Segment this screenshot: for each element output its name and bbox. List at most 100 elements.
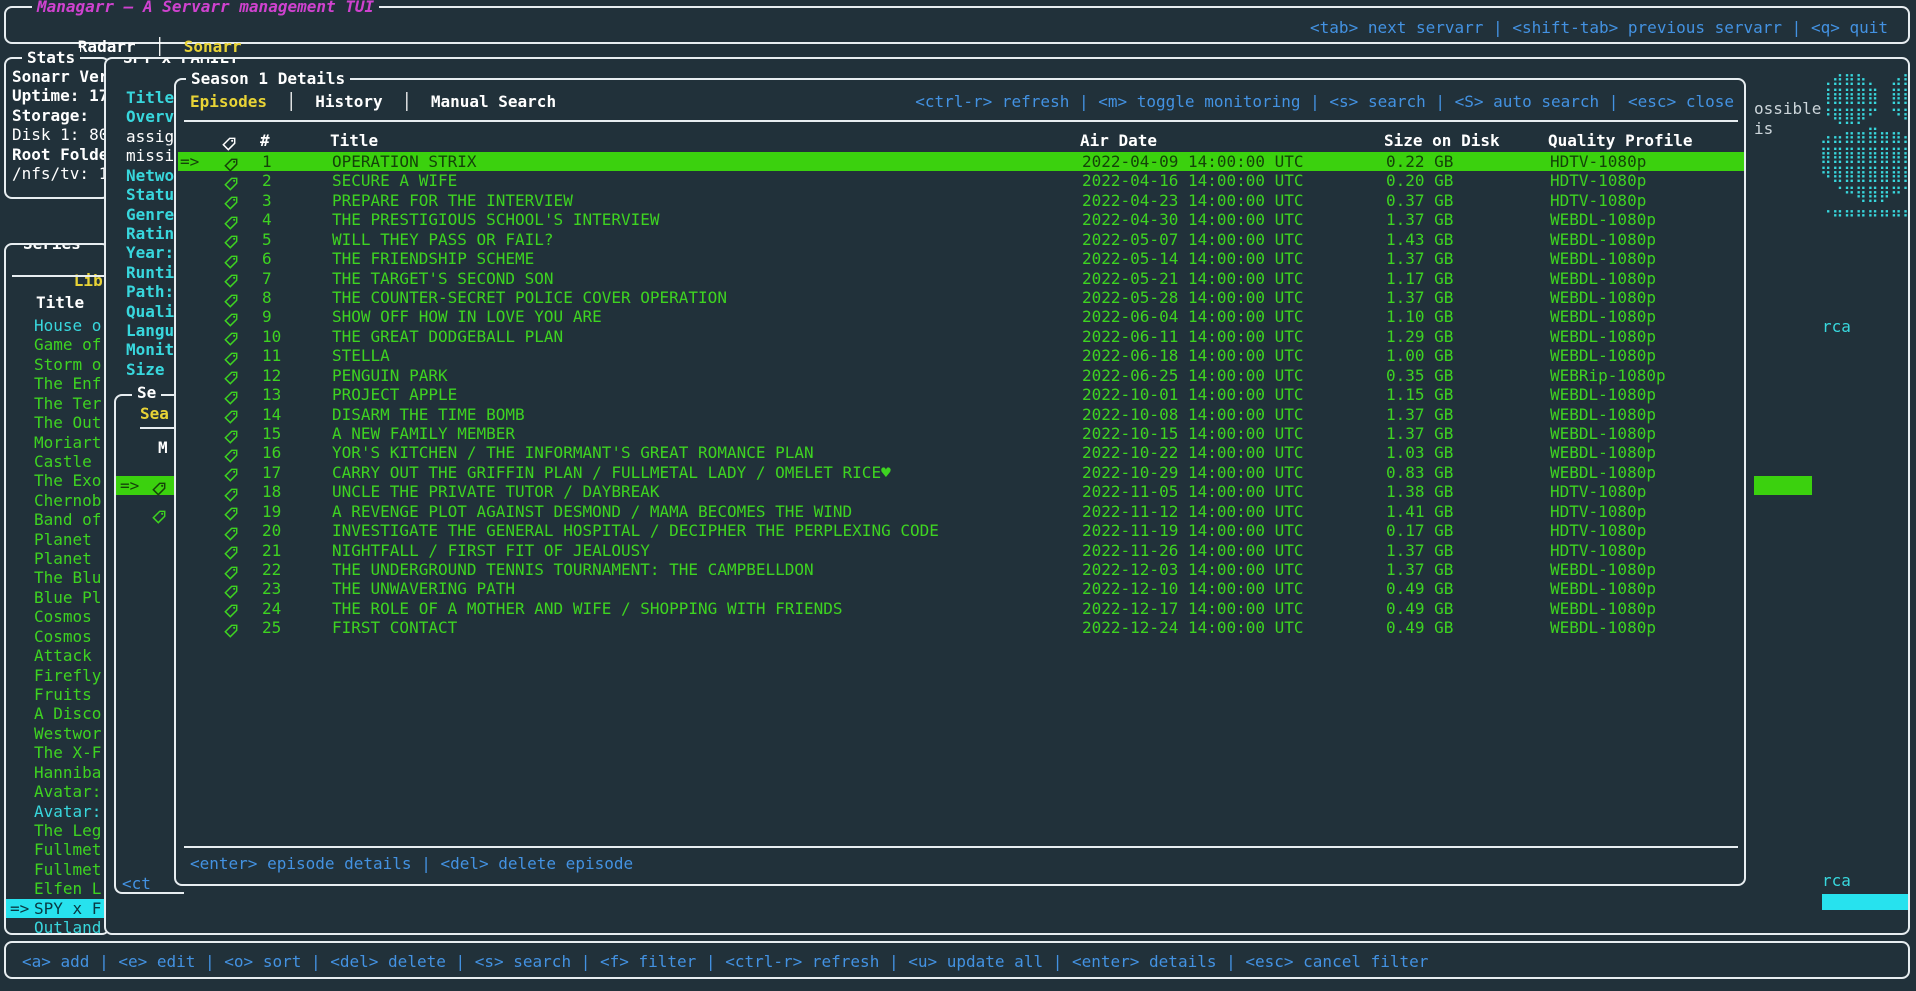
series-list-item[interactable]: A Disco xyxy=(6,704,108,723)
tab-episodes[interactable]: Episodes xyxy=(190,92,267,111)
episode-row[interactable]: 15A NEW FAMILY MEMBER2022-10-15 14:00:00… xyxy=(178,424,1744,443)
series-list-item[interactable]: Outland xyxy=(6,918,108,935)
series-list-item[interactable]: Westwor xyxy=(6,724,108,743)
episode-number: 6 xyxy=(262,249,272,268)
series-list-item[interactable]: Fullmet xyxy=(6,840,108,859)
series-list-item[interactable]: Cosmos xyxy=(6,607,108,626)
episode-quality: WEBDL-1080p xyxy=(1550,405,1656,424)
episode-row[interactable]: 20INVESTIGATE THE GENERAL HOSPITAL / DEC… xyxy=(178,521,1744,540)
episode-row[interactable]: 19A REVENGE PLOT AGAINST DESMOND / MAMA … xyxy=(178,502,1744,521)
series-list-item[interactable]: Avatar: xyxy=(6,782,108,801)
episode-row[interactable]: 3PREPARE FOR THE INTERVIEW2022-04-23 14:… xyxy=(178,191,1744,210)
series-list-item[interactable]: Firefly xyxy=(6,666,108,685)
episode-row[interactable]: 16YOR'S KITCHEN / THE INFORMANT'S GREAT … xyxy=(178,443,1744,462)
series-detail-labels: TitleOvervassigmissiNetwoStatuGenreRatin… xyxy=(126,88,176,379)
series-list-item[interactable]: The Blu xyxy=(6,568,108,587)
series-list-item[interactable]: The Out xyxy=(6,413,108,432)
episode-quality: WEBDL-1080p xyxy=(1550,560,1656,579)
series-list-item[interactable]: Fullmet xyxy=(6,860,108,879)
tab-seasons[interactable]: Sea xyxy=(140,404,169,423)
series-title: Band of xyxy=(34,510,101,529)
series-list-item[interactable]: Game of xyxy=(6,335,108,354)
logo-art-line: ⢸⣿⣿⣿⣿⠀⣿⣿⣿⡇ xyxy=(1820,86,1910,105)
series-list-item[interactable]: Avatar: xyxy=(6,802,108,821)
episode-title: THE TARGET'S SECOND SON xyxy=(332,269,554,288)
episode-row[interactable]: 21NIGHTFALL / FIRST FIT OF JEALOUSY2022-… xyxy=(178,541,1744,560)
tab-manual-search[interactable]: Manual Search xyxy=(431,92,556,111)
series-list-item[interactable]: Attack xyxy=(6,646,108,665)
episode-title: NIGHTFALL / FIRST FIT OF JEALOUSY xyxy=(332,541,650,560)
episode-row[interactable]: 23THE UNWAVERING PATH2022-12-10 14:00:00… xyxy=(178,579,1744,598)
episode-row[interactable]: 10THE GREAT DODGEBALL PLAN2022-06-11 14:… xyxy=(178,327,1744,346)
episode-row[interactable]: =>1OPERATION STRIX2022-04-09 14:00:00 UT… xyxy=(178,152,1744,171)
episode-row[interactable]: 18UNCLE THE PRIVATE TUTOR / DAYBREAK2022… xyxy=(178,482,1744,501)
series-list-item[interactable]: Fruits xyxy=(6,685,108,704)
episode-row[interactable]: 11STELLA2022-06-18 14:00:00 UTC1.00 GBWE… xyxy=(178,346,1744,365)
episode-size: 0.49 GB xyxy=(1386,618,1453,637)
episode-row[interactable]: 22THE UNDERGROUND TENNIS TOURNAMENT: THE… xyxy=(178,560,1744,579)
tab-radarr[interactable]: Radarr xyxy=(78,37,136,56)
tab-history[interactable]: History xyxy=(315,92,382,111)
tab-divider: │ xyxy=(155,37,165,56)
series-list-item[interactable]: The Ter xyxy=(6,394,108,413)
episode-row[interactable]: 7THE TARGET'S SECOND SON2022-05-21 14:00… xyxy=(178,269,1744,288)
episode-row[interactable]: 2SECURE A WIFE2022-04-16 14:00:00 UTC0.2… xyxy=(178,171,1744,190)
season-popup-tabs: Episodes │ History │ Manual Search xyxy=(190,92,556,111)
series-list-item[interactable]: Band of xyxy=(6,510,108,529)
episode-row[interactable]: 4THE PRESTIGIOUS SCHOOL'S INTERVIEW2022-… xyxy=(178,210,1744,229)
series-list-item[interactable]: Cosmos xyxy=(6,627,108,646)
episode-row[interactable]: 25FIRST CONTACT2022-12-24 14:00:00 UTC0.… xyxy=(178,618,1744,637)
series-list-item[interactable]: Hanniba xyxy=(6,763,108,782)
series-list-item[interactable]: The Leg xyxy=(6,821,108,840)
series-list-item[interactable]: Castle xyxy=(6,452,108,471)
series-list-item[interactable]: Chernob xyxy=(6,491,108,510)
series-title: The X-F xyxy=(34,743,101,762)
series-title: House o xyxy=(34,316,101,335)
series-list-item[interactable]: House o xyxy=(6,316,108,335)
tag-icon xyxy=(222,133,236,152)
series-list-item[interactable]: =>SPY x F xyxy=(6,899,108,918)
episode-quality: HDTV-1080p xyxy=(1550,482,1646,501)
sonarr-logo-art: ⢀⣴⣶⣦⡀⠀⣠⣶⣦⡀⢸⣿⣿⣿⣿⠀⣿⣿⣿⡇⠘⢿⣿⡿⠋⠀⠙⢿⡿⠁⣠⣤⣶⣶⣿⣶⣶⣤⣄⠀… xyxy=(1820,67,1910,222)
footer-keybind-bar: <a> add | <e> edit | <o> sort | <del> de… xyxy=(4,941,1910,979)
episode-row[interactable]: 9SHOW OFF HOW IN LOVE YOU ARE2022-06-04 … xyxy=(178,307,1744,326)
series-title: Chernob xyxy=(34,491,101,510)
episode-size: 0.49 GB xyxy=(1386,579,1453,598)
episode-row[interactable]: 14DISARM THE TIME BOMB2022-10-08 14:00:0… xyxy=(178,405,1744,424)
series-list-item[interactable]: Moriart xyxy=(6,433,108,452)
episode-title: PROJECT APPLE xyxy=(332,385,457,404)
tab-sonarr[interactable]: Sonarr xyxy=(184,37,242,56)
episode-air-date: 2022-06-25 14:00:00 UTC xyxy=(1082,366,1304,385)
series-list-item[interactable]: Elfen L xyxy=(6,879,108,898)
series-list-item[interactable]: Blue Pl xyxy=(6,588,108,607)
series-list-item[interactable]: Planet xyxy=(6,530,108,549)
header-quality: Quality Profile xyxy=(1548,131,1693,150)
episode-row[interactable]: 6THE FRIENDSHIP SCHEME2022-05-14 14:00:0… xyxy=(178,249,1744,268)
tab-divider: │ xyxy=(383,92,431,111)
episode-row[interactable]: 17CARRY OUT THE GRIFFIN PLAN / FULLMETAL… xyxy=(178,463,1744,482)
season-row-selected-fragment[interactable]: => xyxy=(116,476,176,495)
season-details-popup: Season 1 Details Episodes │ History │ Ma… xyxy=(174,78,1746,886)
series-list-item[interactable]: The Exo xyxy=(6,471,108,490)
episode-size: 0.49 GB xyxy=(1386,599,1453,618)
series-list-item[interactable]: Planet xyxy=(6,549,108,568)
episode-number: 13 xyxy=(262,385,281,404)
episode-row[interactable]: 12PENGUIN PARK2022-06-25 14:00:00 UTC0.3… xyxy=(178,366,1744,385)
series-title: Fullmet xyxy=(34,840,101,859)
episode-number: 23 xyxy=(262,579,281,598)
episode-number: 17 xyxy=(262,463,281,482)
series-list-item[interactable]: The X-F xyxy=(6,743,108,762)
series-title: Castle xyxy=(34,452,92,471)
episode-row[interactable]: 8THE COUNTER-SECRET POLICE COVER OPERATI… xyxy=(178,288,1744,307)
series-title: Moriart xyxy=(34,433,101,452)
series-list-item[interactable]: Storm o xyxy=(6,355,108,374)
episode-row[interactable]: 13PROJECT APPLE2022-10-01 14:00:00 UTC1.… xyxy=(178,385,1744,404)
series-list-item[interactable]: The Enf xyxy=(6,374,108,393)
detail-field-label: Statu xyxy=(126,185,176,204)
series-title: Avatar: xyxy=(34,802,101,821)
episode-size: 1.38 GB xyxy=(1386,482,1453,501)
episode-air-date: 2022-12-10 14:00:00 UTC xyxy=(1082,579,1304,598)
episode-row[interactable]: 5WILL THEY PASS OR FAIL?2022-05-07 14:00… xyxy=(178,230,1744,249)
episode-row[interactable]: 24THE ROLE OF A MOTHER AND WIFE / SHOPPI… xyxy=(178,599,1744,618)
seasons-column-header: M xyxy=(158,438,168,457)
